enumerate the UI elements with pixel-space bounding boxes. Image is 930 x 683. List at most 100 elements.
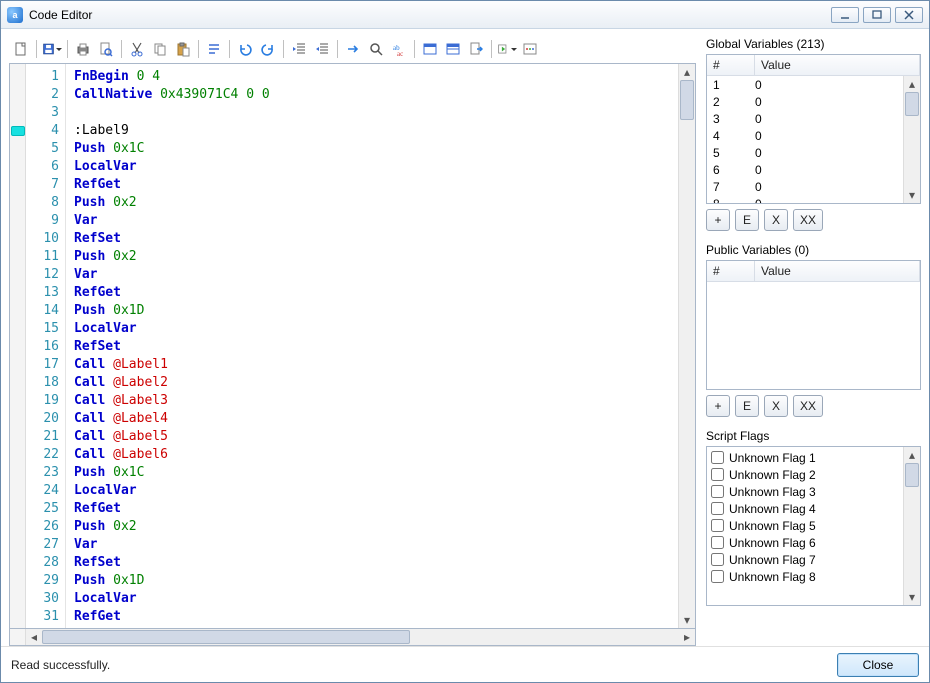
scroll-up-icon[interactable]: ▴ [679,64,695,80]
scroll-down-icon[interactable]: ▾ [904,589,920,605]
gv-edit-button[interactable]: E [735,209,759,231]
preview-button[interactable] [96,39,116,59]
code-line[interactable]: RefGet [74,500,670,518]
code-line[interactable]: Push 0x1D [74,302,670,320]
code-line[interactable]: RefSet [74,230,670,248]
export-button[interactable] [466,39,486,59]
code-line[interactable]: Call @Label5 [74,428,670,446]
replace-button[interactable]: abac [389,39,409,59]
scroll-thumb[interactable] [905,92,919,116]
col-index[interactable]: # [707,55,755,75]
pv-delete-button[interactable]: X [764,395,788,417]
new-button[interactable] [11,39,31,59]
table-row[interactable]: 20 [707,93,903,110]
save-button[interactable] [42,39,62,59]
flag-row[interactable]: Unknown Flag 7 [711,551,899,568]
code-line[interactable]: Call @Label6 [74,446,670,464]
table-row[interactable]: 80 [707,195,903,203]
code-line[interactable]: LocalVar [74,590,670,608]
pv-add-button[interactable]: + [706,395,730,417]
code-line[interactable]: RefGet [74,176,670,194]
format-button[interactable] [204,39,224,59]
code-line[interactable]: LocalVar [74,158,670,176]
win1-button[interactable] [420,39,440,59]
flags-scrollbar[interactable]: ▴ ▾ [903,447,920,605]
scroll-left-icon[interactable]: ◂ [26,629,42,645]
pv-edit-button[interactable]: E [735,395,759,417]
code-area[interactable]: FnBegin 0 4CallNative 0x439071C4 0 0 :Lab… [66,64,678,628]
breakpoint-icon[interactable] [11,126,25,136]
scroll-up-icon[interactable]: ▴ [904,447,920,463]
flag-row[interactable]: Unknown Flag 3 [711,483,899,500]
gutter-marks[interactable] [10,64,26,628]
flag-row[interactable]: Unknown Flag 6 [711,534,899,551]
table-row[interactable]: 30 [707,110,903,127]
find-button[interactable] [366,39,386,59]
table-row[interactable]: 60 [707,161,903,178]
col-value[interactable]: Value [755,55,920,75]
code-line[interactable]: LocalVar [74,482,670,500]
flag-checkbox[interactable] [711,536,724,549]
code-line[interactable]: :Label9 [74,122,670,140]
table-row[interactable]: 50 [707,144,903,161]
flag-checkbox[interactable] [711,485,724,498]
scroll-thumb[interactable] [42,630,410,644]
code-line[interactable]: RefSet [74,554,670,572]
code-line[interactable]: Call @Label3 [74,392,670,410]
code-line[interactable]: Var [74,212,670,230]
code-line[interactable]: CallNative 0x439071C4 0 0 [74,86,670,104]
run-down-button[interactable] [497,39,517,59]
win2-button[interactable] [443,39,463,59]
code-line[interactable] [74,104,670,122]
code-line[interactable]: Push 0x2 [74,248,670,266]
flag-checkbox[interactable] [711,570,724,583]
scroll-right-icon[interactable]: ▸ [679,629,695,645]
scroll-up-icon[interactable]: ▴ [904,76,920,92]
table-row[interactable]: 70 [707,178,903,195]
code-line[interactable]: Call @Label2 [74,374,670,392]
code-line[interactable]: Push 0x1C [74,464,670,482]
redo-button[interactable] [258,39,278,59]
scroll-thumb[interactable] [680,80,694,120]
flag-row[interactable]: Unknown Flag 8 [711,568,899,585]
flag-checkbox[interactable] [711,519,724,532]
gv-delete-button[interactable]: X [764,209,788,231]
flag-row[interactable]: Unknown Flag 5 [711,517,899,534]
run-button[interactable] [520,39,540,59]
scroll-down-icon[interactable]: ▾ [679,612,695,628]
flag-checkbox[interactable] [711,468,724,481]
code-line[interactable]: Var [74,536,670,554]
code-line[interactable]: Call @Label1 [74,356,670,374]
code-line[interactable]: RefGet [74,608,670,626]
close-window-button[interactable] [895,7,923,23]
code-line[interactable]: RefSet [74,338,670,356]
goto-button[interactable] [343,39,363,59]
code-line[interactable]: Call @Label4 [74,410,670,428]
flag-row[interactable]: Unknown Flag 1 [711,449,899,466]
code-line[interactable]: LocalVar [74,320,670,338]
flag-checkbox[interactable] [711,553,724,566]
editor-vscrollbar[interactable]: ▴ ▾ [678,64,695,628]
code-line[interactable]: FnBegin 0 4 [74,68,670,86]
table-row[interactable]: 40 [707,127,903,144]
col-index[interactable]: # [707,261,755,281]
table-row[interactable]: 10 [707,76,903,93]
gv-deleteall-button[interactable]: XX [793,209,823,231]
undo-button[interactable] [235,39,255,59]
outdent-button[interactable] [289,39,309,59]
code-line[interactable]: Push 0x2 [74,518,670,536]
flag-checkbox[interactable] [711,502,724,515]
gv-add-button[interactable]: + [706,209,730,231]
code-line[interactable]: Push 0x1D [74,572,670,590]
flag-row[interactable]: Unknown Flag 2 [711,466,899,483]
scroll-down-icon[interactable]: ▾ [904,187,920,203]
code-line[interactable]: Push 0x2 [74,194,670,212]
flag-checkbox[interactable] [711,451,724,464]
code-line[interactable]: RefGet [74,284,670,302]
flag-row[interactable]: Unknown Flag 4 [711,500,899,517]
maximize-button[interactable] [863,7,891,23]
indent-button[interactable] [312,39,332,59]
cut-button[interactable] [127,39,147,59]
copy-button[interactable] [150,39,170,59]
public-vars-rows[interactable] [707,282,920,389]
